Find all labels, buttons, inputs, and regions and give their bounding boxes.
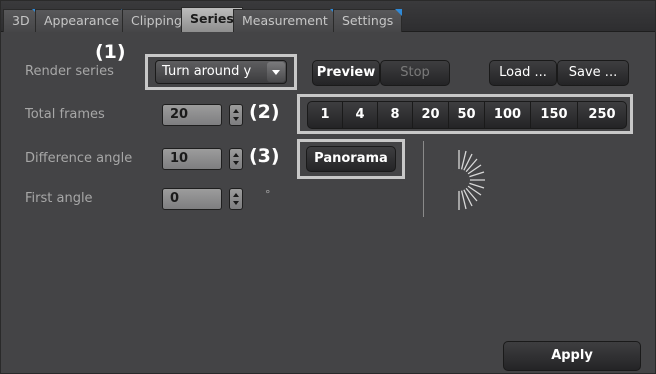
decrement-icon <box>233 161 239 165</box>
render-series-panel: 3D Appearance Clipping Series Measuremen… <box>0 0 656 374</box>
preset-50-button[interactable]: 50 <box>449 102 485 128</box>
stop-button[interactable]: Stop <box>380 60 450 86</box>
first-angle-input[interactable]: 0 <box>162 188 222 210</box>
chevron-down-icon <box>267 62 285 82</box>
load-button[interactable]: Load ... <box>489 60 557 86</box>
increment-icon <box>233 153 239 157</box>
apply-button[interactable]: Apply <box>503 341 641 371</box>
preview-button[interactable]: Preview <box>312 60 380 86</box>
callout-2: (2) <box>249 101 280 123</box>
preset-1-button[interactable]: 1 <box>308 102 343 128</box>
tab-appearance[interactable]: Appearance <box>35 9 129 32</box>
preset-150-button[interactable]: 150 <box>531 102 578 128</box>
render-series-value: Turn around y <box>162 64 252 79</box>
preset-250-button[interactable]: 250 <box>578 102 626 128</box>
angle-preview-divider <box>423 141 424 217</box>
save-button[interactable]: Save ... <box>557 60 629 86</box>
difference-angle-stepper[interactable] <box>229 148 243 170</box>
first-angle-label: First angle <box>25 191 93 206</box>
decrement-icon <box>233 201 239 205</box>
preset-100-button[interactable]: 100 <box>485 102 531 128</box>
render-series-label: Render series <box>25 64 114 79</box>
total-frames-label: Total frames <box>25 107 105 122</box>
tab-bar: 3D Appearance Clipping Series Measuremen… <box>1 1 655 32</box>
preset-4-button[interactable]: 4 <box>343 102 378 128</box>
difference-angle-label: Difference angle <box>25 151 133 166</box>
panorama-button[interactable]: Panorama <box>306 146 396 172</box>
first-angle-stepper[interactable] <box>229 188 243 210</box>
preset-8-button[interactable]: 8 <box>378 102 413 128</box>
total-frames-input[interactable]: 20 <box>162 104 222 126</box>
difference-angle-input[interactable]: 10 <box>162 148 222 170</box>
decrement-icon <box>233 117 239 121</box>
frame-preset-buttons: 1 4 8 20 50 100 150 250 <box>307 101 627 129</box>
total-frames-stepper[interactable] <box>229 104 243 126</box>
increment-icon <box>233 109 239 113</box>
callout-3: (3) <box>249 145 280 167</box>
render-series-dropdown[interactable]: Turn around y <box>155 60 287 84</box>
callout-1: (1) <box>95 41 126 63</box>
tab-measurement[interactable]: Measurement <box>233 9 337 32</box>
tab-3d[interactable]: 3D <box>3 9 39 32</box>
increment-icon <box>233 193 239 197</box>
rotation-angles-preview <box>448 150 485 210</box>
preset-20-button[interactable]: 20 <box>413 102 449 128</box>
tab-settings[interactable]: Settings <box>333 9 403 32</box>
degree-unit: ° <box>265 188 271 201</box>
